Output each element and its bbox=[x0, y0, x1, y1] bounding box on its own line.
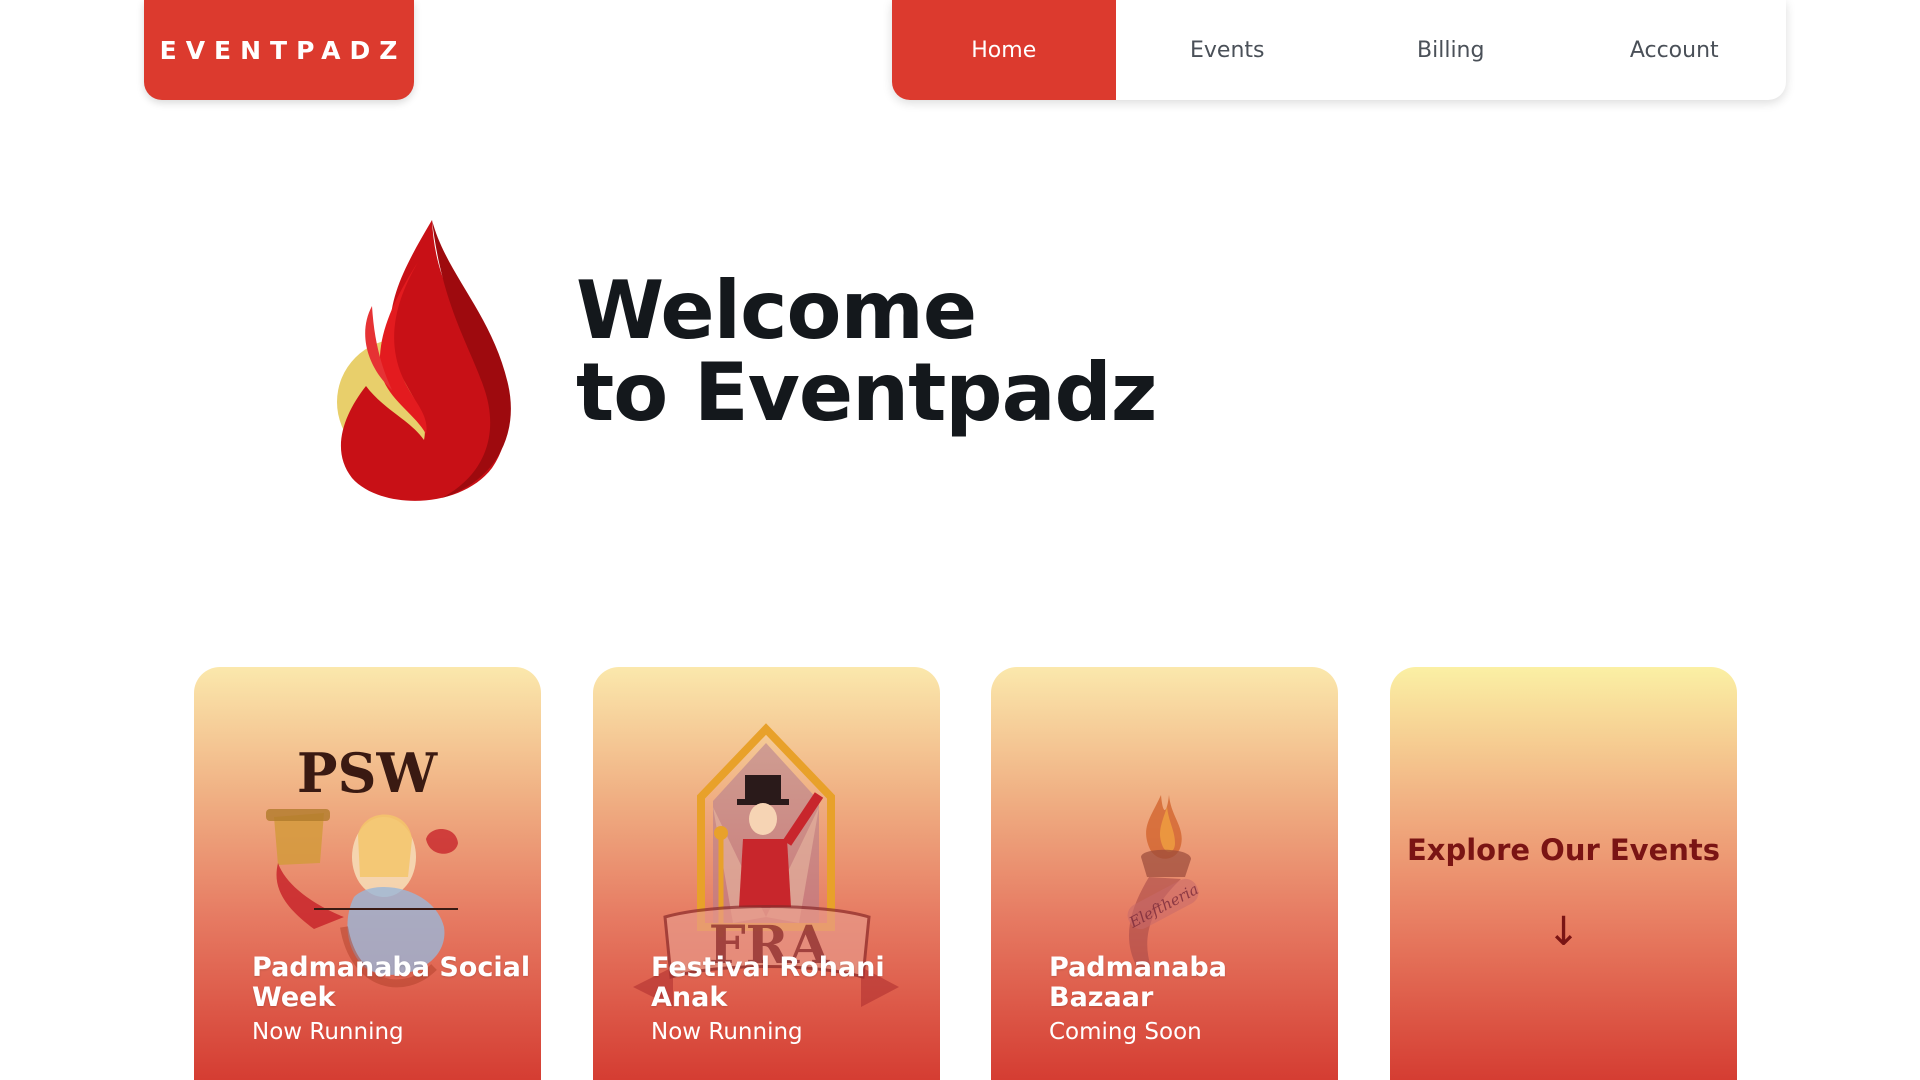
flame-logo-icon bbox=[337, 220, 511, 501]
hero-title-line-1: Welcome bbox=[576, 264, 977, 357]
nav-item-account[interactable]: Account bbox=[1563, 0, 1787, 100]
arrow-down-icon: ↓ bbox=[1546, 909, 1581, 955]
card-art-text: PSW bbox=[297, 741, 439, 805]
brand-name: EVENTPADZ bbox=[159, 35, 407, 65]
nav-item-events[interactable]: Events bbox=[1116, 0, 1340, 100]
nav-item-billing[interactable]: Billing bbox=[1339, 0, 1563, 100]
card-title: Padmanaba Bazaar bbox=[1049, 952, 1227, 1013]
explore-title: Explore Our Events bbox=[1406, 833, 1721, 867]
hero-title: Welcome to Eventpadz bbox=[576, 264, 1157, 439]
event-card-fra[interactable]: FRA Festival Rohani Anak Now Running bbox=[593, 667, 940, 1080]
event-card-bazaar[interactable]: Eleftheria Padmanaba Bazaar Coming Soon bbox=[991, 667, 1338, 1080]
main-nav: Home Events Billing Account bbox=[892, 0, 1786, 100]
card-status: Now Running bbox=[651, 1019, 803, 1045]
card-title: Festival Rohani Anak bbox=[651, 952, 885, 1013]
card-status: Coming Soon bbox=[1049, 1019, 1202, 1045]
card-title: Padmanaba Social Week bbox=[252, 952, 531, 1013]
event-card-psw[interactable]: PSW Padmanaba Social Week Now Running bbox=[194, 667, 541, 1080]
page: EVENTPADZ Home Events Billing Account We… bbox=[0, 0, 1920, 1080]
nav-item-home[interactable]: Home bbox=[892, 0, 1116, 100]
card-status: Now Running bbox=[252, 1019, 404, 1045]
brand-logo[interactable]: EVENTPADZ bbox=[144, 0, 414, 100]
hero-title-line-2: to Eventpadz bbox=[576, 346, 1157, 439]
explore-events-card[interactable]: Explore Our Events ↓ bbox=[1390, 667, 1737, 1080]
